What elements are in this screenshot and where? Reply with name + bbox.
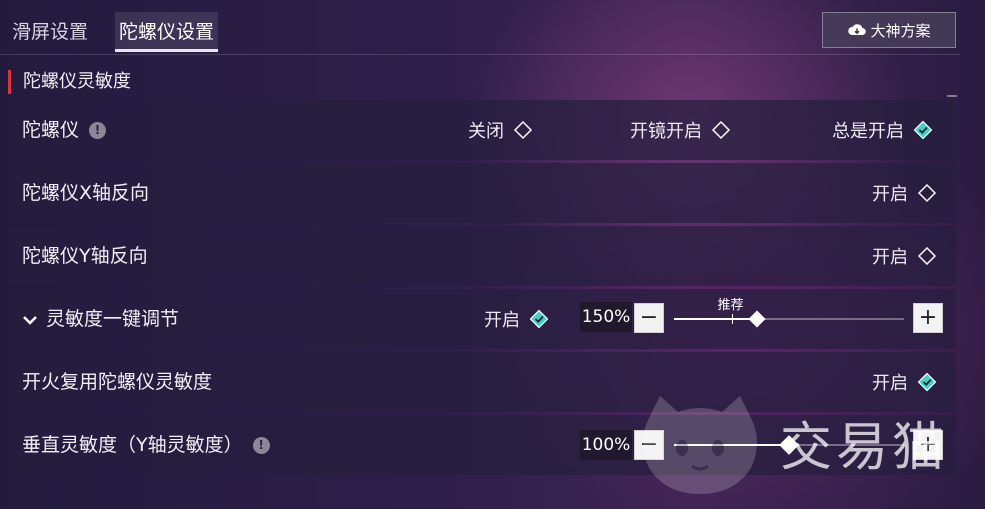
recommended-label: 推荐	[717, 298, 744, 313]
vertical-label: 垂直灵敏度（Y轴灵敏度）	[22, 434, 243, 456]
chevron-down-icon	[23, 315, 37, 325]
radio-diamond-empty-icon	[711, 120, 731, 140]
one-key-label-wrap[interactable]: 灵敏度一键调节	[22, 289, 179, 349]
tab-divider	[0, 54, 960, 55]
tab-gyro-settings[interactable]: 陀螺仪设置	[115, 12, 219, 52]
radio-diamond-checked-icon	[917, 372, 937, 392]
option-label: 开启	[872, 247, 908, 268]
x-invert-label: 陀螺仪X轴反向	[22, 182, 150, 204]
one-key-value: 150%	[580, 302, 632, 332]
option-label: 开启	[872, 184, 908, 205]
gyro-label: 陀螺仪	[22, 119, 80, 141]
one-key-slider-fill	[674, 318, 757, 320]
row-label: 陀螺仪!	[22, 100, 107, 160]
radio-diamond-empty-icon	[513, 120, 533, 140]
row-y-invert: 陀螺仪Y轴反向 开启	[8, 226, 956, 286]
x-invert-toggle[interactable]: 开启	[872, 163, 937, 223]
recommended-tick	[731, 314, 733, 324]
radio-diamond-checked-icon	[529, 309, 549, 329]
one-key-toggle[interactable]: 开启	[484, 289, 549, 349]
cloud-download-icon	[848, 24, 867, 36]
row-x-invert: 陀螺仪X轴反向 开启	[8, 163, 956, 223]
option-label: 开启	[484, 310, 520, 331]
expert-preset-label: 大神方案	[870, 21, 931, 40]
y-invert-label: 陀螺仪Y轴反向	[22, 245, 148, 267]
one-key-plus-button[interactable]: +	[913, 303, 943, 333]
row-gyro-mode: 陀螺仪! 关闭 开镜开启 总是开启	[8, 100, 956, 160]
one-key-label: 灵敏度一键调节	[46, 308, 180, 330]
scroll-indicator	[947, 95, 957, 97]
vertical-value: 100%	[580, 430, 632, 460]
expert-preset-button[interactable]: 大神方案	[822, 12, 956, 48]
section-title: 陀螺仪灵敏度	[8, 70, 131, 94]
radio-diamond-empty-icon	[917, 246, 937, 266]
tab-bar: 滑屏设置 陀螺仪设置 大神方案	[0, 0, 985, 56]
option-label: 开镜开启	[630, 121, 702, 142]
gyro-option-off[interactable]: 关闭	[468, 100, 533, 160]
one-key-minus-button[interactable]: −	[634, 303, 664, 333]
tab-swipe-settings[interactable]: 滑屏设置	[12, 12, 88, 52]
fire-reuse-label: 开火复用陀螺仪灵敏度	[22, 371, 213, 393]
option-label: 总是开启	[832, 121, 904, 142]
radio-diamond-checked-icon	[913, 120, 933, 140]
info-icon[interactable]: !	[89, 122, 107, 139]
gyro-option-always-on[interactable]: 总是开启	[832, 100, 933, 160]
radio-diamond-empty-icon	[917, 183, 937, 203]
row-label: 垂直灵敏度（Y轴灵敏度）!	[22, 415, 270, 475]
y-invert-toggle[interactable]: 开启	[872, 226, 937, 286]
gyro-option-scope-on[interactable]: 开镜开启	[630, 100, 731, 160]
option-label: 关闭	[468, 121, 504, 142]
info-icon[interactable]: !	[252, 437, 270, 454]
watermark-text: 交易猫	[780, 418, 949, 478]
